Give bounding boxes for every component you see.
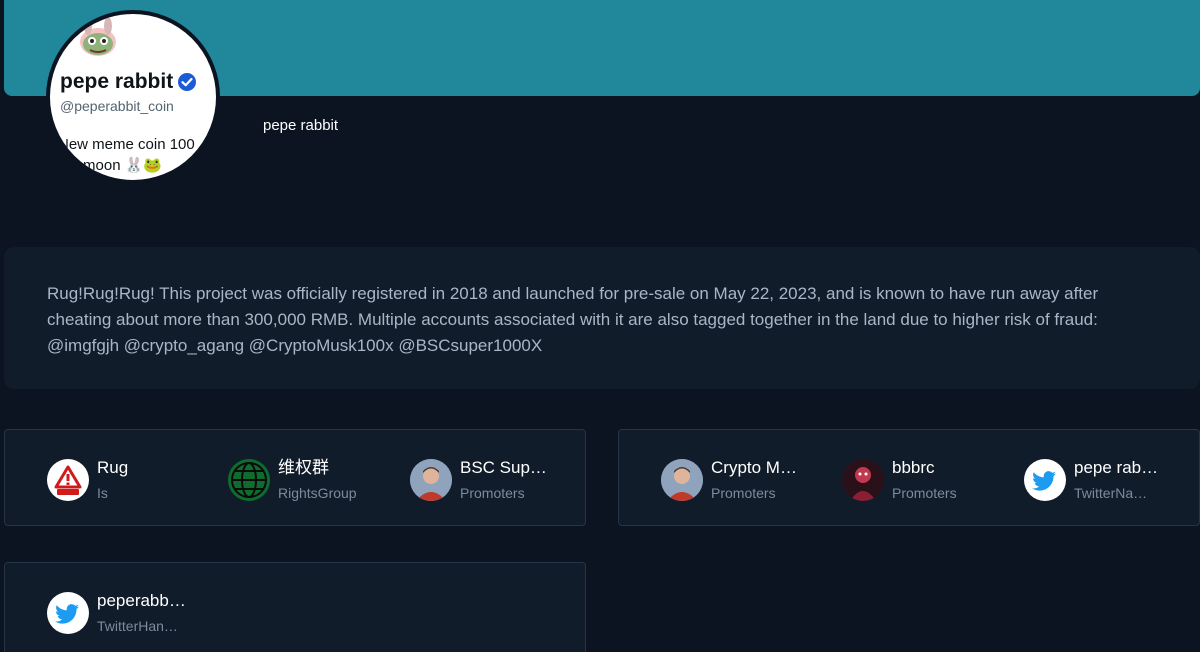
related-item-subtitle: TwitterNa… [1074,485,1148,501]
related-item-subtitle: Is [97,485,108,501]
twitter-icon [1024,459,1066,501]
globe-icon [228,459,270,501]
related-item-subtitle: RightsGroup [278,485,357,501]
avatar-name-text: pepe rabbit [60,70,174,93]
related-card-2: Crypto M… Promoters bbbrc Promoters pepe… [618,429,1200,526]
avatar-name: pepe rabbit [60,70,197,94]
avatar-bio: New meme coin 100 the moon 🐰🐸 [58,134,195,176]
related-item-title: Crypto M… [711,458,797,477]
related-item-crypto-musk[interactable]: Crypto M… Promoters [661,458,797,502]
profile-name: pepe rabbit [263,117,339,134]
related-item-pepe-rabbit-twitter-name[interactable]: pepe rab… TwitterNa… [1024,458,1158,502]
related-item-title: pepe rab… [1074,458,1159,477]
related-item-title: BSC Sup… [460,458,547,477]
avatar-bio-line-1: New meme coin 100 [58,136,195,153]
related-item-rightsgroup[interactable]: 维权群 RightsGroup [228,458,357,502]
avatar-bio-line-2: the moon 🐰🐸 [58,157,163,174]
related-card-3: peperabb… TwitterHan… [4,562,586,652]
related-item-bsc-super[interactable]: BSC Sup… Promoters [410,458,547,502]
person-avatar [410,459,452,501]
page: pepe rabbit @peperabbit_coin New meme co… [0,0,1200,652]
related-item-title: Rug [97,458,129,477]
rug-warning-icon [47,459,89,501]
related-card-1: Rug Is 维权群 RightsGroup BSC Sup… Promoter… [4,429,586,526]
avatar-handle: @peperabbit_coin [60,98,174,114]
related-item-subtitle: TwitterHan… [97,618,178,634]
verified-badge-icon [178,73,197,91]
related-item-subtitle: Promoters [711,485,776,501]
related-item-title: 维权群 [278,458,329,477]
related-item-title: peperabb… [97,591,186,610]
related-item-rug[interactable]: Rug Is [47,458,128,502]
related-item-bbbrc[interactable]: bbbrc Promoters [842,458,957,502]
profile-avatar[interactable]: pepe rabbit @peperabbit_coin New meme co… [46,10,220,184]
twitter-icon [47,592,89,634]
description-panel: Rug!Rug!Rug! This project was officially… [4,247,1200,389]
related-item-subtitle: Promoters [460,485,525,501]
person-avatar [842,459,884,501]
related-item-peperabbit-twitter-handle[interactable]: peperabb… TwitterHan… [47,591,186,635]
person-avatar [661,459,703,501]
pepe-rabbit-icon [80,18,116,56]
related-item-title: bbbrc [892,458,935,477]
description-text: Rug!Rug!Rug! This project was officially… [47,284,1099,355]
related-item-subtitle: Promoters [892,485,957,501]
